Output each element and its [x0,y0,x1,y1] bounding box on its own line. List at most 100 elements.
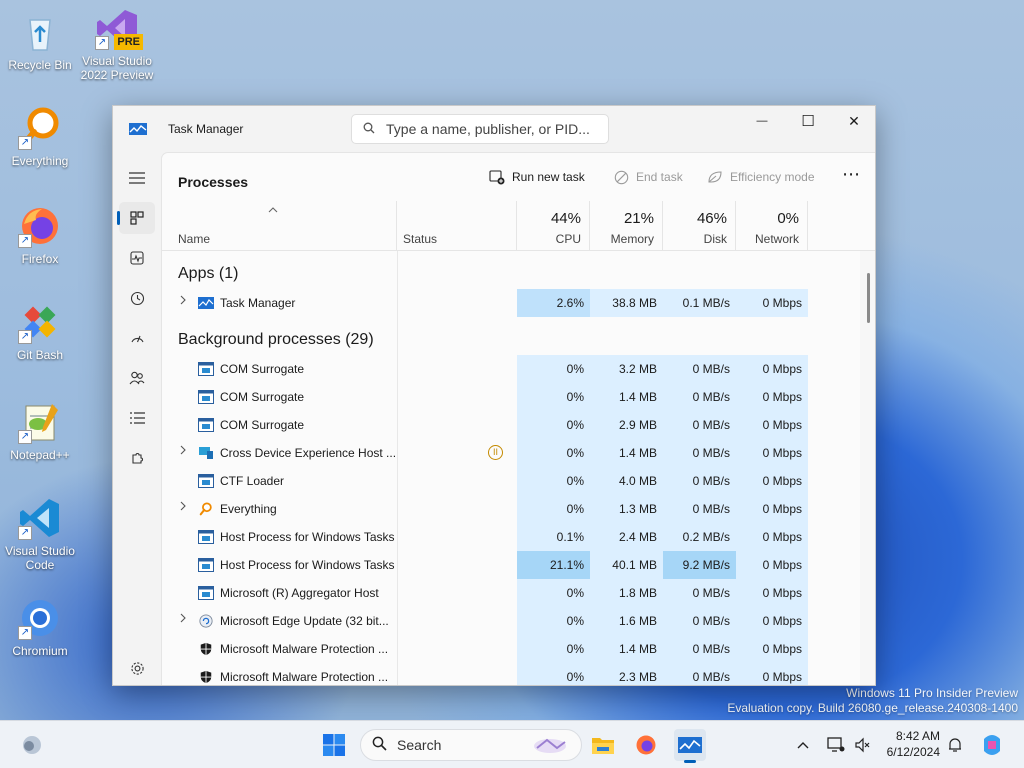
taskbar-task-manager[interactable] [674,729,706,763]
search-icon [352,122,386,137]
desktop-icon-vscode[interactable]: ↗ Visual Studio Code [2,496,78,572]
table-row[interactable]: Microsoft Malware Protection ... 0% 1.4 MB… [162,635,808,663]
taskbar: Search 8:42 AM 6/12/2024 [0,720,1024,768]
taskbar-file-explorer[interactable] [587,729,619,761]
notifications-button[interactable] [942,729,968,761]
column-header-disk[interactable]: 46% Disk [663,201,736,251]
clock-date: 6/12/2024 [886,745,940,759]
firefox-icon: ↗ [18,204,62,248]
nav-startup-apps[interactable] [119,322,155,354]
table-row[interactable]: Host Process for Windows Tasks 0.1% 2.4 MB… [162,523,808,551]
details-list-icon [129,412,145,424]
nav-app-history[interactable] [119,282,155,314]
process-name: Microsoft (R) Aggregator Host [220,586,379,600]
table-row[interactable]: COM Surrogate 0% 1.4 MB 0 MB/s 0 Mbps [162,383,808,411]
nav-details[interactable] [119,402,155,434]
service-host-process-icon [198,586,214,600]
nav-settings[interactable] [119,652,155,684]
table-row[interactable]: Host Process for Windows Tasks 21.1% 40.1 … [162,551,808,579]
minimize-button[interactable]: — [739,106,785,136]
service-host-process-icon [198,558,214,572]
volume-tray-button[interactable] [850,729,876,761]
shortcut-arrow-icon: ↗ [95,36,109,50]
expand-chevron-icon[interactable] [179,294,187,308]
nav-processes[interactable] [117,202,155,234]
table-row[interactable]: Everything 0% 1.3 MB 0 MB/s 0 Mbps [162,495,808,523]
nav-performance[interactable] [119,242,155,274]
table-row[interactable]: Microsoft Edge Update (32 bit... 0% 1.6 MB… [162,607,808,635]
memory-cell: 3.2 MB [590,355,663,383]
speaker-muted-icon [855,737,870,753]
expand-chevron-icon[interactable] [179,612,187,626]
more-options-button[interactable]: ⋯ [837,163,865,191]
table-row[interactable]: COM Surrogate 0% 3.2 MB 0 MB/s 0 Mbps [162,355,808,383]
run-new-task-button[interactable]: Run new task [488,169,585,185]
clock[interactable]: 8:42 AM 6/12/2024 [880,728,940,760]
task-manager-process-icon [198,297,214,309]
table-row[interactable]: CTF Loader 0% 4.0 MB 0 MB/s 0 Mbps [162,467,808,495]
column-header-name[interactable]: Name [162,201,397,251]
process-search-input[interactable] [386,121,596,137]
end-task-label: End task [636,170,683,184]
desktop-icon-visual-studio-preview[interactable]: PRE ↗ Visual Studio 2022 Preview [79,6,155,82]
git-bash-icon: ↗ [18,300,62,344]
desktop-icon-chromium[interactable]: ↗ Chromium [2,596,78,658]
desktop-icon-firefox[interactable]: ↗ Firefox [2,204,78,266]
disk-cell: 0 MB/s [663,607,736,635]
column-header-network[interactable]: 0% Network [736,201,808,251]
end-task-icon [612,169,630,185]
network-cell: 0 Mbps [736,635,808,663]
table-row[interactable]: Task Manager 2.6% 38.8 MB 0.1 MB/s 0 Mbp… [162,289,808,317]
column-header-status[interactable]: Status [397,201,517,251]
memory-cell: 1.4 MB [590,635,663,663]
close-icon: ✕ [848,112,860,129]
table-row[interactable]: Cross Device Experience Host ... II 0% 1.4 … [162,439,808,467]
title-bar[interactable]: Task Manager — ☐ ✕ [113,106,875,152]
expand-chevron-icon[interactable] [179,500,187,514]
network-tray-button[interactable] [822,729,850,761]
maximize-button[interactable]: ☐ [785,106,831,136]
process-search-box[interactable] [351,114,609,144]
scrollbar-thumb[interactable] [867,273,870,323]
process-name: CTF Loader [220,474,285,488]
table-row[interactable]: Microsoft Malware Protection ... 0% 2.3 MB… [162,663,808,685]
desktop-icon-git-bash[interactable]: ↗ Git Bash [2,300,78,362]
desktop-icon-everything[interactable]: ↗ Everything [2,106,78,168]
expand-chevron-icon[interactable] [179,444,187,458]
everything-icon: ↗ [18,106,62,150]
end-task-button[interactable]: End task [612,169,683,185]
more-icon: ⋯ [842,164,860,184]
network-cell: 0 Mbps [736,467,808,495]
process-name: Microsoft Malware Protection ... [220,670,389,684]
nav-services[interactable] [119,442,155,474]
memory-cell: 1.4 MB [590,383,663,411]
efficiency-mode-button[interactable]: Efficiency mode [706,169,815,185]
search-highlight-icon [534,738,566,753]
taskbar-search-label: Search [397,737,442,753]
table-row[interactable]: Microsoft (R) Aggregator Host 0% 1.8 MB 0 M… [162,579,808,607]
show-hidden-icons-button[interactable] [790,729,816,761]
start-button[interactable] [318,729,350,761]
widgets-button[interactable] [16,729,48,761]
table-row[interactable]: COM Surrogate 0% 2.9 MB 0 MB/s 0 Mbps [162,411,808,439]
column-header-cpu[interactable]: 44% CPU [517,201,590,251]
vertical-scrollbar[interactable] [860,251,875,685]
network-cell: 0 Mbps [736,411,808,439]
vscode-icon: ↗ [18,496,62,540]
cpu-cell: 0% [517,383,590,411]
processes-page: Processes Run new task End task Efficien… [161,152,875,685]
copilot-button[interactable] [976,729,1008,761]
startup-speedometer-icon [130,335,144,343]
taskbar-search[interactable]: Search [360,729,582,761]
disk-cell: 0 MB/s [663,355,736,383]
close-button[interactable]: ✕ [831,106,875,136]
desktop-icon-recycle-bin[interactable]: Recycle Bin [2,10,78,72]
taskbar-firefox[interactable] [630,729,662,761]
desktop-icon-notepad-plus-plus[interactable]: ↗ Notepad++ [2,400,78,462]
process-name: Cross Device Experience Host ... [220,446,397,460]
column-header-memory[interactable]: 21% Memory [590,201,663,251]
service-host-process-icon [198,530,214,544]
column-label-network: Network [754,232,799,246]
hamburger-menu-button[interactable] [119,162,155,194]
nav-users[interactable] [119,362,155,394]
